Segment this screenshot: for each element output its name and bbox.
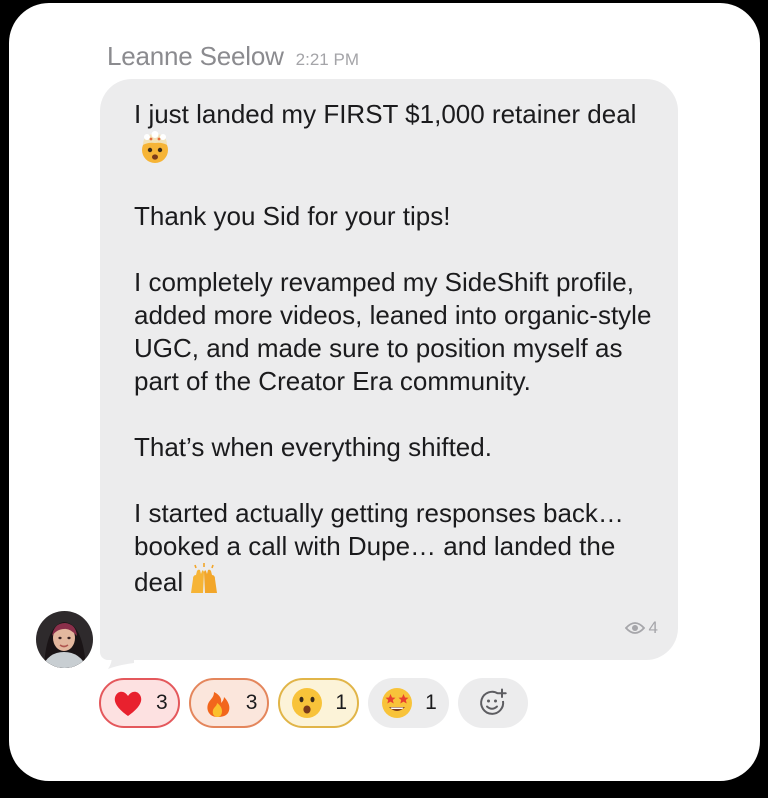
fire-icon <box>207 692 230 717</box>
message-paragraph: I started actually getting responses bac… <box>134 498 624 597</box>
message-timestamp: 2:21 PM <box>295 50 359 69</box>
message-paragraph: I just landed my FIRST $1,000 retainer d… <box>134 98 654 167</box>
message-paragraph: That’s when everything shifted. <box>134 432 492 462</box>
raising-hands-emoji-icon <box>191 563 218 593</box>
reaction-heart[interactable]: 3 <box>99 678 180 728</box>
reaction-star-struck[interactable]: 1 <box>368 678 449 728</box>
message-bubble[interactable]: I just landed my FIRST $1,000 retainer d… <box>100 79 678 660</box>
exploding-head-emoji-icon <box>142 131 168 163</box>
view-count-value: 4 <box>648 618 658 637</box>
message-card: Leanne Seelow 2:21 PM I just landed my F… <box>9 3 760 781</box>
eye-icon <box>624 622 645 634</box>
avatar-photo-icon <box>36 611 93 668</box>
message-header: Leanne Seelow 2:21 PM <box>107 41 359 72</box>
reaction-count: 1 <box>335 691 348 714</box>
message-paragraph: I completely revamped my SideShift profi… <box>134 267 652 396</box>
reaction-count: 1 <box>425 691 437 714</box>
reaction-count: 3 <box>245 691 258 714</box>
add-reaction-button[interactable] <box>457 678 528 728</box>
message-paragraph: Thank you Sid for your tips! <box>134 201 451 231</box>
face-with-open-mouth-icon <box>292 688 323 718</box>
sender-name[interactable]: Leanne Seelow <box>107 41 284 72</box>
reaction-wow[interactable]: 1 <box>278 678 360 728</box>
message-body: I just landed my FIRST $1,000 retainer d… <box>134 98 654 599</box>
view-count: 4 <box>624 618 658 638</box>
star-struck-icon <box>382 688 413 718</box>
reaction-bar: 3 3 1 1 <box>99 678 528 728</box>
reaction-fire[interactable]: 3 <box>188 678 270 728</box>
add-reaction-icon <box>479 688 507 715</box>
reaction-count: 3 <box>156 691 168 714</box>
avatar[interactable] <box>36 611 93 668</box>
red-heart-icon <box>114 691 142 716</box>
